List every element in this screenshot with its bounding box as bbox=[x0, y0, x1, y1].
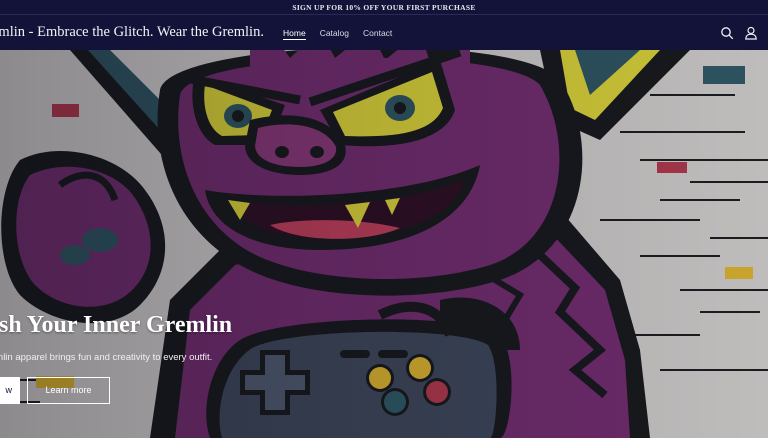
hero-overlay bbox=[0, 50, 768, 438]
announcement-bar[interactable]: SIGN UP FOR 10% OFF YOUR FIRST PURCHASE bbox=[0, 0, 768, 15]
nav-contact[interactable]: Contact bbox=[363, 28, 392, 40]
hero-subtitle: emlin apparel brings fun and creativity … bbox=[0, 352, 213, 363]
nav-catalog[interactable]: Catalog bbox=[320, 28, 349, 40]
account-icon[interactable] bbox=[744, 26, 758, 40]
shop-now-button[interactable]: w bbox=[0, 377, 20, 404]
hero-banner: ash Your Inner Gremlin emlin apparel bri… bbox=[0, 50, 768, 438]
hero-title: ash Your Inner Gremlin bbox=[0, 312, 233, 338]
learn-more-button[interactable]: Learn more bbox=[27, 377, 110, 404]
site-header: emlin - Embrace the Glitch. Wear the Gre… bbox=[0, 16, 768, 50]
site-brand[interactable]: emlin - Embrace the Glitch. Wear the Gre… bbox=[0, 24, 264, 41]
nav-home[interactable]: Home bbox=[283, 28, 306, 40]
main-nav: Home Catalog Contact bbox=[283, 28, 406, 40]
search-icon[interactable] bbox=[720, 26, 734, 40]
announcement-text: SIGN UP FOR 10% OFF YOUR FIRST PURCHASE bbox=[292, 3, 476, 12]
